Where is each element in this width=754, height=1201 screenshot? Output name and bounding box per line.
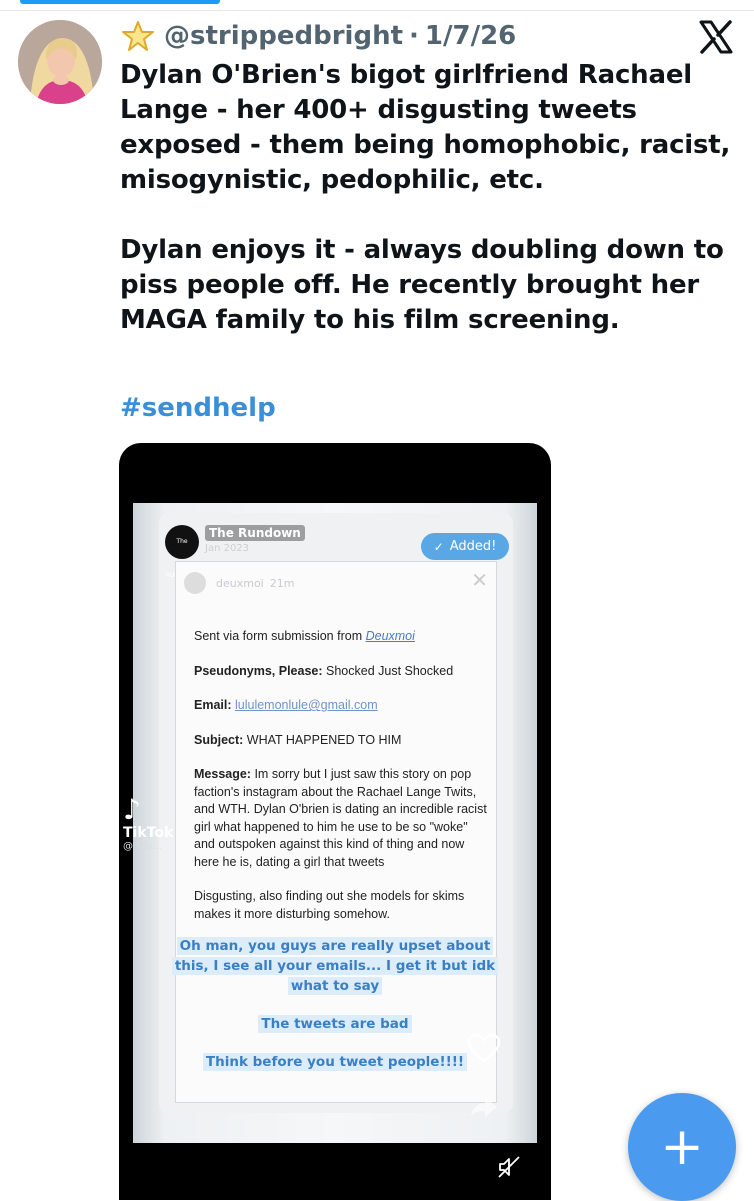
tiktok-icon: ♪ (123, 793, 141, 826)
tweet-body: Dylan O'Brien's bigot girlfriend Rachael… (120, 58, 740, 338)
added-label: Added! (449, 539, 497, 554)
story-date: Jan 2023 (205, 543, 250, 554)
inner-account-name: deuxmoi (216, 576, 264, 590)
x-logo-icon[interactable] (698, 20, 734, 54)
close-icon: ✕ (471, 568, 488, 592)
share-icon (471, 1097, 497, 1117)
form-subject: Subject: WHAT HAPPENED TO HIM (194, 732, 402, 747)
inner-time: 21m (269, 576, 295, 590)
tweet-header: @strippedbright · 1/7/26 (120, 18, 516, 54)
author-handle[interactable]: @strippedbright (164, 21, 403, 51)
form-email: Email: lululemonlule@gmail.com (194, 698, 378, 712)
plus-icon: + (660, 1117, 704, 1177)
tiktok-user: @ fau... (123, 841, 162, 852)
separator-dot: · (409, 21, 419, 51)
tweet-paragraph: Dylan enjoys it - always doubling down t… (120, 235, 724, 335)
tiktok-name: TikTok (123, 825, 174, 841)
story-caption: Oh man, you guys are really upset about … (159, 936, 511, 996)
hashtag-link[interactable]: #sendhelp (120, 393, 276, 423)
form-sent-via: Sent via form submission from Deuxmoi (194, 629, 415, 643)
mute-icon[interactable] (497, 1155, 521, 1179)
inner-account-avatar (184, 572, 206, 594)
compose-button[interactable]: + (628, 1093, 736, 1201)
video-media[interactable]: The RUNDOWN The Rundown Jan 2023 ✓ Added… (119, 443, 551, 1200)
tweet-paragraph: Dylan O'Brien's bigot girlfriend Rachael… (120, 60, 731, 195)
story-caption: The tweets are bad (159, 1014, 511, 1034)
divider (0, 10, 754, 11)
story-account-logo: The RUNDOWN (165, 525, 199, 579)
heart-icon (467, 1033, 501, 1063)
avatar[interactable] (18, 20, 102, 104)
top-accent-bar (20, 0, 220, 4)
inner-story-header: deuxmoi 21m (184, 570, 488, 596)
submission-form: Sent via form submission from Deuxmoi Ps… (194, 628, 488, 940)
form-message: Message: Im sorry but I just saw this st… (194, 767, 487, 869)
star-icon (122, 21, 154, 51)
added-badge: ✓ Added! (421, 533, 509, 560)
tiktok-watermark: ♪ TikTok @ fau... (123, 793, 174, 853)
form-pseudonym: Pseudonyms, Please: Shocked Just Shocked (194, 663, 454, 678)
check-icon: ✓ (433, 539, 444, 554)
story-account-name: The Rundown (205, 525, 305, 541)
form-closing: Disgusting, also finding out she models … (194, 889, 465, 921)
tweet-date[interactable]: 1/7/26 (425, 21, 516, 51)
story-caption: Think before you tweet people!!!! (159, 1052, 511, 1072)
deuxmoi-link: Deuxmoi (365, 629, 415, 643)
